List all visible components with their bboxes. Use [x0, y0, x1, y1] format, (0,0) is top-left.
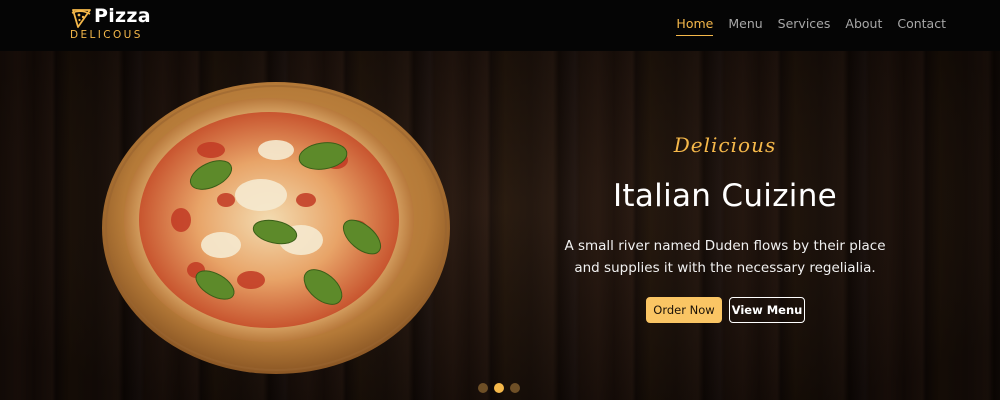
- pizza-image: [102, 82, 450, 374]
- carousel-dots: [478, 383, 520, 393]
- hero-description: A small river named Duden flows by their…: [520, 235, 930, 279]
- hero-description-line-2: and supplies it with the necessary regel…: [574, 260, 876, 276]
- brand-name: Pizza: [94, 5, 151, 27]
- navbar: Pizza DELICOUS Home Menu Services About …: [0, 0, 1000, 51]
- carousel-dot-2[interactable]: [494, 383, 504, 393]
- hero-title: Italian Cuizine: [612, 178, 838, 214]
- main-menu: Home Menu Services About Contact: [661, 16, 946, 36]
- carousel-dot-1[interactable]: [478, 383, 488, 393]
- nav-menu[interactable]: Menu: [728, 16, 762, 36]
- view-menu-button[interactable]: View Menu: [729, 297, 805, 323]
- nav-services[interactable]: Services: [778, 16, 831, 36]
- carousel-dot-3[interactable]: [510, 383, 520, 393]
- hero-description-line-1: A small river named Duden flows by their…: [564, 238, 886, 254]
- nav-about[interactable]: About: [845, 16, 882, 36]
- pizza-slice-icon: [71, 9, 91, 28]
- nav-home[interactable]: Home: [676, 16, 714, 36]
- page: Pizza DELICOUS Home Menu Services About …: [0, 0, 1000, 400]
- brand-logo[interactable]: Pizza DELICOUS: [70, 5, 170, 43]
- hero-subtitle: Delicious: [673, 133, 777, 157]
- brand-tagline: DELICOUS: [70, 29, 143, 41]
- nav-contact[interactable]: Contact: [897, 16, 946, 36]
- order-now-button[interactable]: Order Now: [646, 297, 722, 323]
